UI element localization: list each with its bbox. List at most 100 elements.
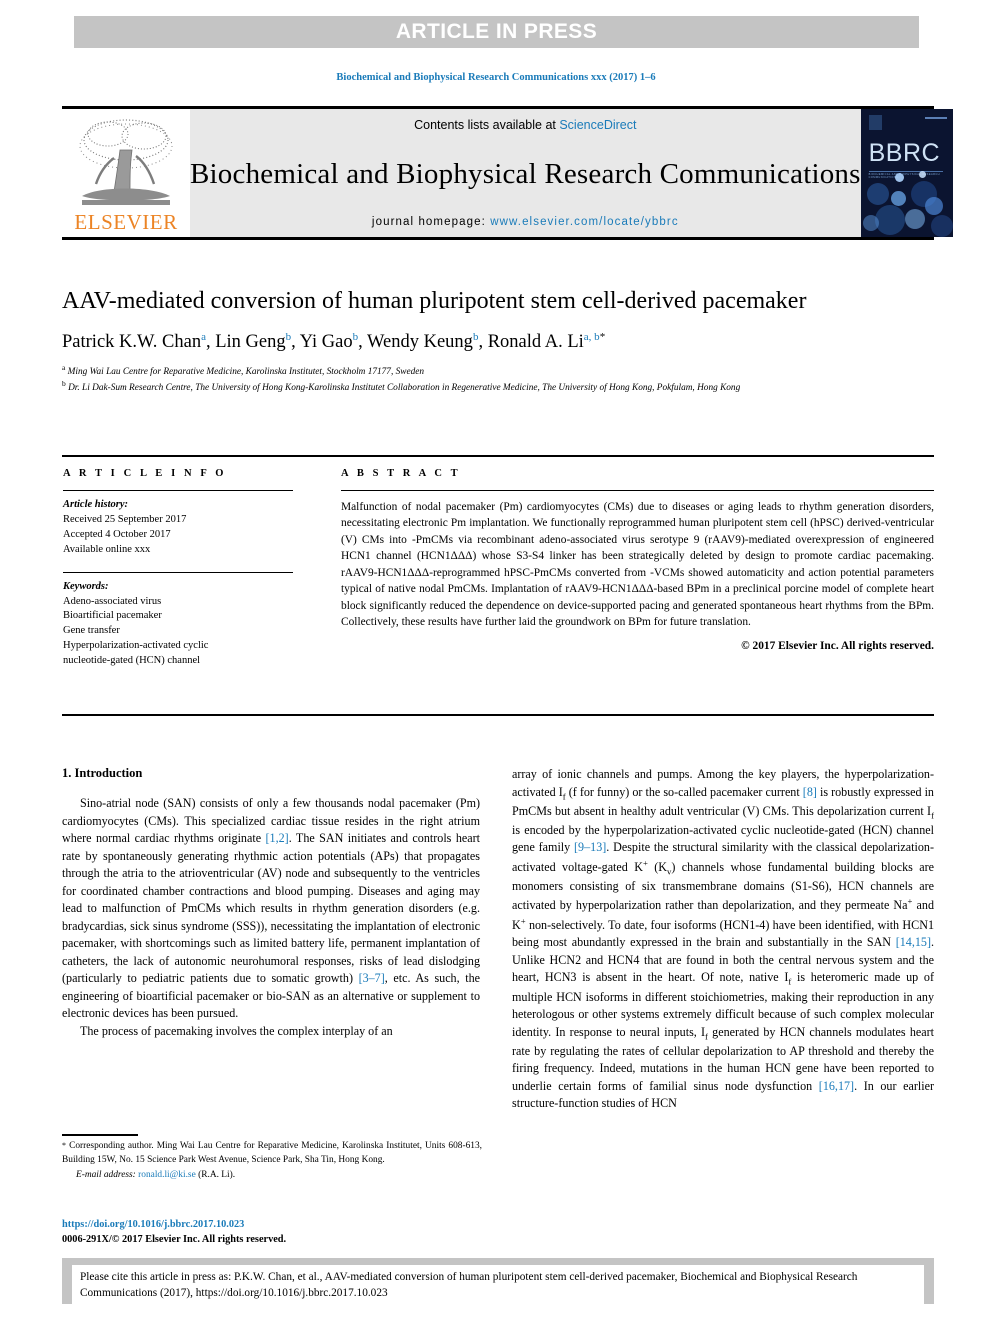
- contents-lists-line: Contents lists available at ScienceDirec…: [414, 118, 636, 132]
- author-entry: Yi Gaob,: [299, 331, 368, 352]
- author-list: Patrick K.W. Chana, Lin Gengb, Yi Gaob, …: [62, 331, 862, 354]
- author-affiliation-marker[interactable]: a, b: [584, 331, 600, 343]
- cover-bubble: [866, 183, 889, 205]
- elsevier-tree-icon: [74, 114, 178, 212]
- elsevier-wordmark: ELSEVIER: [74, 210, 178, 234]
- article-history-item: Available online xxx: [63, 543, 151, 555]
- journal-cover-thumbnail: BBRC BIOCHEMICAL AND BIOPHYSICAL RESEARC…: [860, 109, 953, 237]
- keyword-item: Gene transfer: [63, 625, 120, 637]
- journal-title: Biochemical and Biophysical Research Com…: [190, 157, 861, 190]
- keywords-label: Keywords:: [63, 580, 109, 592]
- email-label: E-mail address:: [76, 1170, 136, 1181]
- keywords-rule: [63, 571, 293, 573]
- cover-bubble: [924, 197, 943, 215]
- contents-prefix: Contents lists available at: [414, 118, 560, 132]
- doi-block: https://doi.org/10.1016/j.bbrc.2017.10.0…: [62, 1218, 482, 1247]
- affiliation-text: Dr. Li Dak-Sum Research Centre, The Univ…: [68, 383, 741, 394]
- masthead-center: Contents lists available at ScienceDirec…: [190, 109, 861, 237]
- author-name: Ronald A. Li: [487, 331, 584, 352]
- article-history-group: Article history: Received 25 September 2…: [63, 498, 293, 558]
- article-history-item: Received 25 September 2017: [63, 513, 187, 525]
- keyword-item: nucleotide-gated (HCN) channel: [63, 655, 201, 667]
- journal-reference-line: Biochemical and Biophysical Research Com…: [336, 72, 656, 83]
- article-history-label: Article history:: [63, 499, 129, 510]
- abstract-text: Malfunction of nodal pacemaker (Pm) card…: [341, 501, 934, 628]
- cover-bubble: [874, 205, 905, 235]
- body-paragraph: Sino-atrial node (SAN) consists of only …: [62, 796, 480, 1021]
- elsevier-logo: ELSEVIER: [62, 109, 190, 237]
- email-line: E-mail address: ronald.li@ki.se (R.A. Li…: [62, 1169, 482, 1183]
- keyword-item: Hyperpolarization-activated cyclic: [63, 640, 209, 652]
- keywords-group: Keywords: Adeno-associated virus Bioarti…: [63, 571, 293, 669]
- affiliation-text: Ming Wai Lau Centre for Reparative Medic…: [67, 367, 425, 378]
- doi-link[interactable]: https://doi.org/10.1016/j.bbrc.2017.10.0…: [62, 1218, 482, 1233]
- author-separator: ,: [358, 331, 368, 352]
- sciencedirect-link[interactable]: ScienceDirect: [559, 118, 636, 132]
- body-paragraph: array of ionic channels and pumps. Among…: [512, 767, 934, 1111]
- cover-bubble: [918, 171, 926, 178]
- author-entry: Wendy Keungb,: [367, 331, 488, 352]
- homepage-url-link[interactable]: www.elsevier.com/locate/ybbrc: [490, 216, 679, 228]
- cover-issue-mark: [924, 117, 947, 119]
- reference-link[interactable]: [8]: [803, 785, 817, 799]
- keywords-inner: Keywords: Adeno-associated virus Bioarti…: [63, 580, 293, 669]
- email-link[interactable]: ronald.li@ki.se: [138, 1170, 196, 1180]
- author-name: Lin Geng: [215, 331, 286, 352]
- cover-bubble: [930, 215, 953, 237]
- affiliation-list: a Ming Wai Lau Centre for Reparative Med…: [62, 363, 862, 396]
- reference-link[interactable]: [14,15]: [896, 935, 931, 949]
- author-entry: Ronald A. Lia, b*: [487, 331, 606, 352]
- body-column-right: array of ionic channels and pumps. Among…: [512, 766, 934, 1113]
- keyword-item: Adeno-associated virus: [63, 595, 162, 607]
- cover-rule: [868, 171, 943, 172]
- author-name: Patrick K.W. Chan: [62, 331, 202, 352]
- article-in-press-label: ARTICLE IN PRESS: [395, 20, 598, 43]
- affiliation-item: a Ming Wai Lau Centre for Reparative Med…: [62, 363, 862, 379]
- abstract-column: Malfunction of nodal pacemaker (Pm) card…: [341, 490, 934, 652]
- cite-this-article-box: Please cite this article in press as: P.…: [62, 1258, 934, 1304]
- affiliation-marker: b: [62, 379, 66, 389]
- email-suffix: (R.A. Li).: [195, 1170, 236, 1181]
- article-info-rule: [63, 490, 293, 491]
- author-name: Yi Gao: [299, 331, 353, 352]
- cover-subtitle: BIOCHEMICAL AND BIOPHYSICAL RESEARCH COM…: [868, 173, 940, 179]
- author-entry: Lin Gengb,: [215, 331, 300, 352]
- reference-link[interactable]: [3–7]: [359, 971, 385, 985]
- introduction-heading: 1. Introduction: [62, 766, 143, 780]
- cover-bbrc-title: BBRC: [868, 139, 941, 167]
- reference-link[interactable]: [16,17]: [819, 1079, 854, 1093]
- author-separator: ,: [478, 331, 488, 352]
- cite-this-article-text: Please cite this article in press as: P.…: [72, 1265, 924, 1304]
- abstract-heading: A B S T R A C T: [341, 468, 461, 479]
- paper-title: AAV-mediated conversion of human pluripo…: [62, 288, 807, 314]
- section-divider-bottom: [62, 714, 934, 716]
- abstract-copyright: © 2017 Elsevier Inc. All rights reserved…: [741, 640, 934, 653]
- article-info-heading: A R T I C L E I N F O: [63, 468, 227, 479]
- author-separator: ,: [205, 331, 216, 352]
- title-block: AAV-mediated conversion of human pluripo…: [62, 286, 862, 396]
- cover-bubble: [890, 191, 906, 206]
- homepage-prefix: journal homepage:: [371, 216, 491, 228]
- journal-masthead: ELSEVIER Contents lists available at Sci…: [62, 106, 953, 240]
- corresponding-author-footnote: * Corresponding author. Ming Wai Lau Cen…: [62, 1140, 482, 1183]
- corresponding-author-marker[interactable]: *: [600, 331, 606, 343]
- section-divider-top: [62, 455, 934, 457]
- cover-publisher-logo-icon: [868, 115, 882, 130]
- abstract-rule: [341, 490, 934, 491]
- affiliation-item: b Dr. Li Dak-Sum Research Centre, The Un…: [62, 379, 862, 395]
- issn-copyright-line: 0006-291X/© 2017 Elsevier Inc. All right…: [62, 1233, 287, 1245]
- reference-link[interactable]: [1,2]: [266, 831, 289, 845]
- body-paragraph: The process of pacemaking involves the c…: [80, 1023, 393, 1038]
- footnote-rule: [62, 1134, 138, 1136]
- affiliation-marker: a: [62, 363, 66, 372]
- article-in-press-banner: ARTICLE IN PRESS: [74, 16, 919, 48]
- footnote-text: Corresponding author. Ming Wai Lau Centr…: [62, 1141, 482, 1165]
- body-column-left: 1. Introduction Sino-atrial node (SAN) c…: [62, 766, 480, 1040]
- author-name: Wendy Keung: [367, 331, 473, 352]
- article-history-item: Accepted 4 October 2017: [63, 528, 171, 540]
- journal-homepage-line: journal homepage: www.elsevier.com/locat…: [372, 216, 679, 228]
- author-separator: ,: [291, 331, 300, 352]
- reference-link[interactable]: [9–13]: [574, 840, 606, 854]
- cover-bubble: [894, 173, 904, 182]
- cover-bubble: [862, 215, 879, 231]
